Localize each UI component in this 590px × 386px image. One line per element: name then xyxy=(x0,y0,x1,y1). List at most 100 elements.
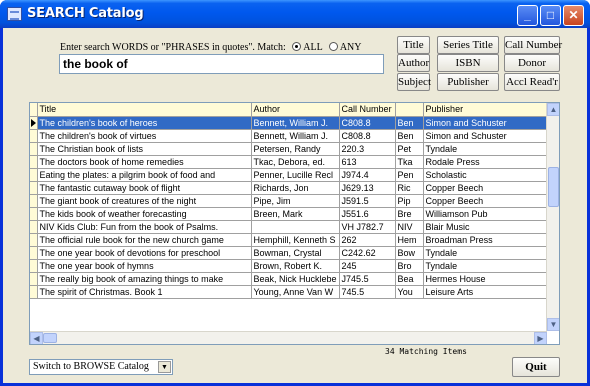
close-button[interactable]: ✕ xyxy=(563,5,584,26)
cell-author: Young, Anne Van W xyxy=(251,285,340,299)
table-row[interactable]: The official rule book for the new churc… xyxy=(30,233,548,247)
cell-cutter: Ric xyxy=(395,181,424,195)
column-header-publisher[interactable]: Publisher xyxy=(423,103,548,117)
search-input[interactable]: the book of xyxy=(59,54,384,74)
table-row[interactable]: The doctors book of home remedies Tkac, D… xyxy=(30,155,548,169)
cell-call-number: J551.6 xyxy=(339,207,396,221)
chevron-down-icon[interactable]: ▼ xyxy=(158,361,171,373)
cell-publisher: Hermes House xyxy=(423,272,548,286)
cell-title: The children's book of heroes xyxy=(37,116,252,130)
table-row[interactable]: The kids book of weather forecasting Bree… xyxy=(30,207,548,221)
cell-author: Bennett, William J. xyxy=(251,116,340,130)
match-any-label: ANY xyxy=(339,42,362,53)
cell-call-number: 745.5 xyxy=(339,285,396,299)
scroll-right-icon[interactable]: ▶ xyxy=(534,332,547,344)
vertical-scrollbar[interactable]: ▲ ▼ xyxy=(546,103,559,331)
column-header-title[interactable]: Title xyxy=(37,103,252,117)
row-indicator-header xyxy=(30,103,38,117)
cell-author: Pipe, Jim xyxy=(251,194,340,208)
horizontal-scroll-thumb[interactable] xyxy=(43,333,57,343)
row-indicator xyxy=(30,142,38,156)
quit-button[interactable]: Quit xyxy=(512,357,560,377)
maximize-button[interactable]: □ xyxy=(540,5,561,26)
table-row[interactable]: The giant book of creatures of the night… xyxy=(30,194,548,208)
table-row[interactable]: The children's book of virtues Bennett, W… xyxy=(30,129,548,143)
match-any-radio[interactable] xyxy=(328,42,338,51)
title-search-button[interactable]: Title xyxy=(397,36,430,54)
isbn-search-button[interactable]: ISBN xyxy=(437,54,499,72)
search-instructions: Enter search WORDS or "PHRASES in quotes… xyxy=(60,42,362,53)
cell-call-number: 613 xyxy=(339,155,396,169)
cell-cutter: Pip xyxy=(395,194,424,208)
cell-author: Bowman, Crystal xyxy=(251,246,340,260)
donor-search-button[interactable]: Donor xyxy=(504,54,560,72)
horizontal-scrollbar[interactable]: ◀ ▶ xyxy=(30,331,547,344)
cell-call-number: 245 xyxy=(339,259,396,273)
row-indicator xyxy=(30,207,38,221)
minimize-button[interactable]: _ xyxy=(517,5,538,26)
catalog-switch-select[interactable]: Switch to BROWSE Catalog ▼ xyxy=(29,359,173,375)
current-row-arrow-icon xyxy=(30,116,38,130)
scroll-left-icon[interactable]: ◀ xyxy=(30,332,43,344)
cell-title: The doctors book of home remedies xyxy=(37,155,252,169)
cell-publisher: Blair Music xyxy=(423,220,548,234)
scroll-down-icon[interactable]: ▼ xyxy=(547,318,559,331)
call-number-search-button[interactable]: Call Number xyxy=(504,36,562,54)
cell-cutter: Pen xyxy=(395,168,424,182)
table-row[interactable]: NIV Kids Club: Fun from the book of Psal… xyxy=(30,220,548,234)
cell-publisher: Rodale Press xyxy=(423,155,548,169)
cell-publisher: Simon and Schuster xyxy=(423,116,548,130)
scroll-up-icon[interactable]: ▲ xyxy=(547,103,559,116)
table-row[interactable]: The really big book of amazing things to… xyxy=(30,272,548,286)
cell-title: The children's book of virtues xyxy=(37,129,252,143)
cell-cutter: Ben xyxy=(395,129,424,143)
column-header-author[interactable]: Author xyxy=(251,103,340,117)
cell-publisher: Copper Beech xyxy=(423,194,548,208)
cell-title: The fantastic cutaway book of flight xyxy=(37,181,252,195)
table-row[interactable]: The children's book of heroes Bennett, Wi… xyxy=(30,116,548,130)
subject-search-button[interactable]: Subject xyxy=(397,73,431,91)
cell-call-number: J974.4 xyxy=(339,168,396,182)
row-indicator xyxy=(30,220,38,234)
table-row[interactable]: The one year book of devotions for presc… xyxy=(30,246,548,260)
cell-publisher: Williamson Pub xyxy=(423,207,548,221)
cell-title: The official rule book for the new churc… xyxy=(37,233,252,247)
match-all-radio[interactable] xyxy=(292,42,302,51)
cell-title: The spirit of Christmas. Book 1 xyxy=(37,285,252,299)
cell-author: Richards, Jon xyxy=(251,181,340,195)
cell-call-number: J591.5 xyxy=(339,194,396,208)
publisher-search-button[interactable]: Publisher xyxy=(437,73,499,91)
column-header-cutter[interactable] xyxy=(395,103,424,117)
cell-author: Brown, Robert K. xyxy=(251,259,340,273)
cell-author: Breen, Mark xyxy=(251,207,340,221)
cell-author: Beak, Nick Hucklebe xyxy=(251,272,340,286)
column-header-call-number[interactable]: Call Number xyxy=(339,103,396,117)
cell-title: The really big book of amazing things to… xyxy=(37,272,252,286)
table-row[interactable]: The one year book of hymns Brown, Robert … xyxy=(30,259,548,273)
row-indicator xyxy=(30,259,38,273)
row-indicator xyxy=(30,233,38,247)
match-count: 34 Matching Items xyxy=(385,347,467,356)
table-row[interactable]: The fantastic cutaway book of flight Rich… xyxy=(30,181,548,195)
vertical-scroll-thumb[interactable] xyxy=(548,167,559,207)
series-title-search-button[interactable]: Series Title xyxy=(437,36,499,54)
title-bar[interactable]: SEARCH Catalog _ □ ✕ xyxy=(0,0,590,28)
table-row[interactable]: The Christian book of lists Petersen, Ran… xyxy=(30,142,548,156)
catalog-switch-value: Switch to BROWSE Catalog xyxy=(33,361,149,372)
cell-author: Petersen, Randy xyxy=(251,142,340,156)
accl-reader-search-button[interactable]: Accl Read'r xyxy=(504,73,560,91)
cell-author: Penner, Lucille Recl xyxy=(251,168,340,182)
table-row[interactable]: The spirit of Christmas. Book 1 Young, An… xyxy=(30,285,548,299)
table-row[interactable]: Eating the plates: a pilgrim book of foo… xyxy=(30,168,548,182)
cell-cutter: NIV xyxy=(395,220,424,234)
cell-publisher: Tyndale xyxy=(423,246,548,260)
row-indicator xyxy=(30,285,38,299)
cell-call-number: C808.8 xyxy=(339,116,396,130)
cell-title: The one year book of hymns xyxy=(37,259,252,273)
results-grid[interactable]: Title Author Call Number Publisher The c… xyxy=(29,102,560,345)
match-all-label: ALL xyxy=(303,42,323,53)
author-search-button[interactable]: Author xyxy=(397,54,430,72)
cell-author: Bennett, William J. xyxy=(251,129,340,143)
cell-publisher: Copper Beech xyxy=(423,181,548,195)
cell-cutter: Bro xyxy=(395,259,424,273)
